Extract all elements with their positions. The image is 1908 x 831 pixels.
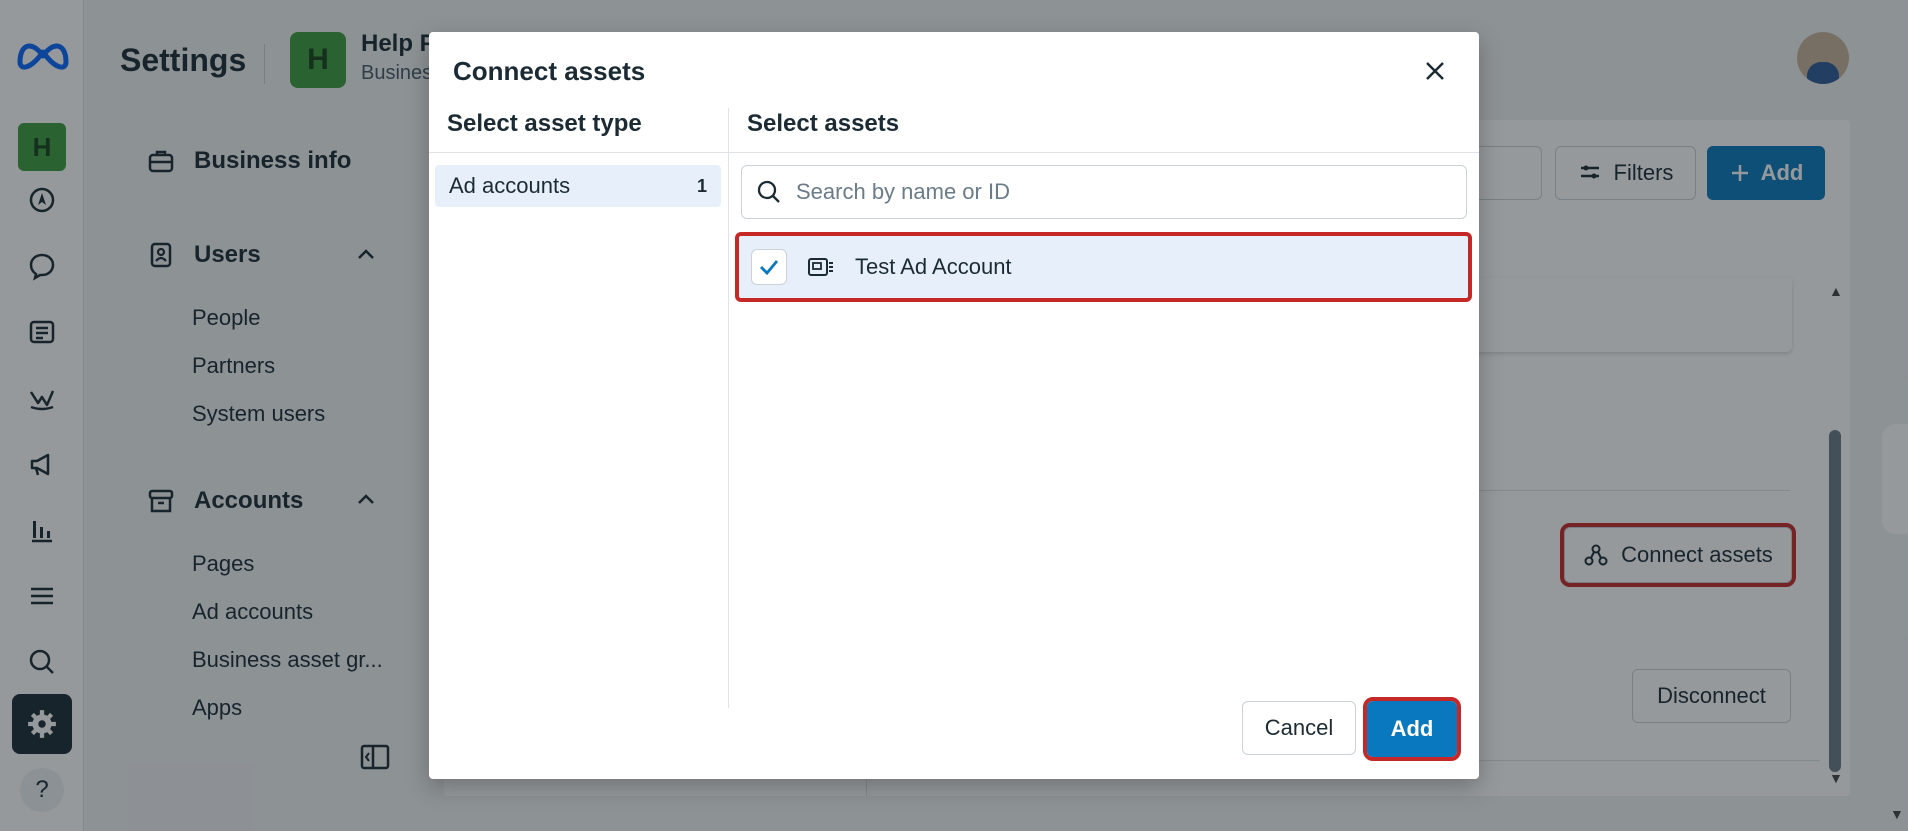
asset-name: Test Ad Account	[855, 254, 1012, 279]
connect-assets-dialog: Connect assets Select asset type Select …	[429, 32, 1479, 779]
asset-type-ad-accounts[interactable]: Ad accounts 1	[435, 165, 721, 207]
ad-account-icon	[808, 258, 833, 276]
add-button[interactable]: Add	[1363, 697, 1461, 761]
close-button[interactable]	[1418, 54, 1452, 88]
close-icon	[1426, 62, 1444, 80]
search-icon	[757, 180, 780, 203]
asset-type-count-badge: 1	[696, 175, 707, 196]
cancel-button[interactable]: Cancel	[1242, 701, 1356, 755]
header-divider	[429, 152, 1479, 153]
asset-type-label: Ad accounts	[449, 173, 571, 198]
column-divider	[728, 108, 729, 708]
checkmark-icon	[760, 260, 779, 276]
asset-search-field[interactable]	[741, 165, 1467, 219]
assets-heading: Select assets	[747, 110, 900, 137]
asset-search-input[interactable]	[796, 179, 1436, 205]
asset-checkbox[interactable]	[751, 249, 787, 285]
asset-type-heading: Select asset type	[447, 110, 642, 137]
dialog-title: Connect assets	[453, 56, 646, 86]
asset-row-test-ad-account[interactable]: Test Ad Account	[735, 232, 1472, 302]
